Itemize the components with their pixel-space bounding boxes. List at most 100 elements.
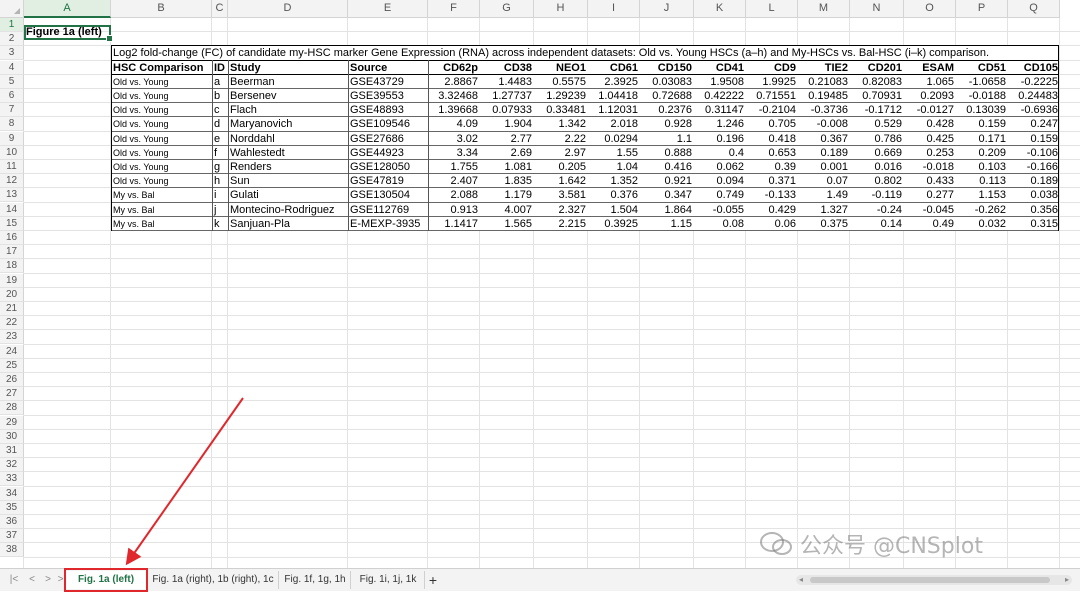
- table-cell[interactable]: 1.1417: [428, 217, 480, 231]
- table-header-cell[interactable]: CD41: [694, 61, 746, 75]
- table-cell[interactable]: Old vs. Young: [111, 160, 212, 174]
- table-cell[interactable]: 0.356: [1008, 203, 1060, 217]
- table-cell[interactable]: 0.802: [850, 174, 904, 188]
- table-header-cell[interactable]: CD38: [480, 61, 534, 75]
- table-cell[interactable]: Gulati: [228, 188, 348, 202]
- table-cell[interactable]: GSE109546: [348, 117, 428, 131]
- column-header-p[interactable]: P: [956, 0, 1008, 18]
- row-header-15[interactable]: 15: [0, 216, 24, 231]
- row-header-6[interactable]: 6: [0, 89, 24, 103]
- table-cell[interactable]: 1.15: [640, 217, 694, 231]
- table-cell[interactable]: 2.77: [480, 132, 534, 146]
- table-cell[interactable]: GSE130504: [348, 188, 428, 202]
- table-header-cell[interactable]: HSC Comparison: [111, 61, 212, 75]
- row-header-3[interactable]: 3: [0, 46, 24, 61]
- table-cell[interactable]: f: [212, 146, 228, 160]
- next-sheet-button[interactable]: >: [42, 573, 54, 587]
- table-cell[interactable]: 2.018: [588, 117, 640, 131]
- sheet-tab-1[interactable]: Fig. 1a (left): [64, 568, 148, 592]
- column-header-c[interactable]: C: [212, 0, 228, 18]
- row-header-10[interactable]: 10: [0, 145, 24, 160]
- table-cell[interactable]: 0.31147: [694, 103, 746, 117]
- first-sheet-button[interactable]: |<: [8, 573, 20, 587]
- table-cell[interactable]: 0.425: [904, 132, 956, 146]
- row-header-11[interactable]: 11: [0, 160, 24, 174]
- table-header-cell[interactable]: CD61: [588, 61, 640, 75]
- column-header-g[interactable]: G: [480, 0, 534, 18]
- table-cell[interactable]: 0.171: [956, 132, 1008, 146]
- table-cell[interactable]: 2.407: [428, 174, 480, 188]
- table-cell[interactable]: 1.327: [798, 203, 850, 217]
- table-cell[interactable]: b: [212, 89, 228, 103]
- row-header-14[interactable]: 14: [0, 202, 24, 217]
- table-cell[interactable]: 0.39: [746, 160, 798, 174]
- table-cell[interactable]: E-MEXP-3935: [348, 217, 428, 231]
- table-cell[interactable]: -0.0188: [956, 89, 1008, 103]
- table-cell[interactable]: GSE44923: [348, 146, 428, 160]
- table-cell[interactable]: 2.69: [480, 146, 534, 160]
- table-cell[interactable]: 1.246: [694, 117, 746, 131]
- table-cell[interactable]: -0.3736: [798, 103, 850, 117]
- table-cell[interactable]: 1.12031: [588, 103, 640, 117]
- row-header-12[interactable]: 12: [0, 174, 24, 189]
- table-cell[interactable]: 0.14: [850, 217, 904, 231]
- table-cell[interactable]: -0.24: [850, 203, 904, 217]
- table-cell[interactable]: 1.153: [956, 188, 1008, 202]
- table-cell[interactable]: GSE43729: [348, 75, 428, 89]
- table-header-cell[interactable]: CD62p: [428, 61, 480, 75]
- table-cell[interactable]: 2.3925: [588, 75, 640, 89]
- table-cell[interactable]: 0.913: [428, 203, 480, 217]
- column-header-a[interactable]: A: [24, 0, 111, 18]
- table-cell[interactable]: 1.565: [480, 217, 534, 231]
- column-header-f[interactable]: F: [428, 0, 480, 18]
- table-cell[interactable]: 1.04418: [588, 89, 640, 103]
- column-header-b[interactable]: B: [111, 0, 212, 18]
- table-cell[interactable]: 1.904: [480, 117, 534, 131]
- table-cell[interactable]: g: [212, 160, 228, 174]
- table-cell[interactable]: 0.71551: [746, 89, 798, 103]
- table-cell[interactable]: 0.418: [746, 132, 798, 146]
- table-cell[interactable]: Montecino-Rodriguez: [228, 203, 348, 217]
- table-cell[interactable]: 0.159: [1008, 132, 1060, 146]
- table-cell[interactable]: 0.19485: [798, 89, 850, 103]
- table-cell[interactable]: 0.196: [694, 132, 746, 146]
- table-cell[interactable]: -1.0658: [956, 75, 1008, 89]
- table-header-cell[interactable]: Study: [228, 61, 348, 75]
- table-cell[interactable]: e: [212, 132, 228, 146]
- table-cell[interactable]: 0.371: [746, 174, 798, 188]
- row-header-13[interactable]: 13: [0, 188, 24, 203]
- table-cell[interactable]: Bersenev: [228, 89, 348, 103]
- table-cell[interactable]: 2.22: [534, 132, 588, 146]
- table-header-cell[interactable]: NEO1: [534, 61, 588, 75]
- table-cell[interactable]: d: [212, 117, 228, 131]
- table-header-cell[interactable]: TIE2: [798, 61, 850, 75]
- table-cell[interactable]: -0.2225: [1008, 75, 1060, 89]
- table-cell[interactable]: Old vs. Young: [111, 103, 212, 117]
- row-header-21[interactable]: 21: [0, 302, 24, 316]
- table-header-cell[interactable]: ESAM: [904, 61, 956, 75]
- table-cell[interactable]: 1.04: [588, 160, 640, 174]
- table-cell[interactable]: 1.27737: [480, 89, 534, 103]
- row-header-18[interactable]: 18: [0, 259, 24, 274]
- row-header-9[interactable]: 9: [0, 131, 24, 146]
- table-cell[interactable]: -0.6936: [1008, 103, 1060, 117]
- table-cell[interactable]: -0.1712: [850, 103, 904, 117]
- table-cell[interactable]: 2.8867: [428, 75, 480, 89]
- row-header-32[interactable]: 32: [0, 458, 24, 473]
- table-cell[interactable]: 0.06: [746, 217, 798, 231]
- table-cell[interactable]: My vs. Bal: [111, 203, 212, 217]
- table-cell[interactable]: -0.119: [850, 188, 904, 202]
- column-header-l[interactable]: L: [746, 0, 798, 18]
- table-cell[interactable]: 0.07933: [480, 103, 534, 117]
- table-cell[interactable]: -0.166: [1008, 160, 1060, 174]
- table-cell[interactable]: 0.669: [850, 146, 904, 160]
- table-cell[interactable]: 1.39668: [428, 103, 480, 117]
- table-cell[interactable]: Old vs. Young: [111, 89, 212, 103]
- table-cell[interactable]: 0.5575: [534, 75, 588, 89]
- table-cell[interactable]: Old vs. Young: [111, 146, 212, 160]
- row-header-35[interactable]: 35: [0, 500, 24, 515]
- table-cell[interactable]: 1.9925: [746, 75, 798, 89]
- table-cell[interactable]: 0.038: [1008, 188, 1060, 202]
- table-cell[interactable]: 1.9508: [694, 75, 746, 89]
- table-cell[interactable]: 1.835: [480, 174, 534, 188]
